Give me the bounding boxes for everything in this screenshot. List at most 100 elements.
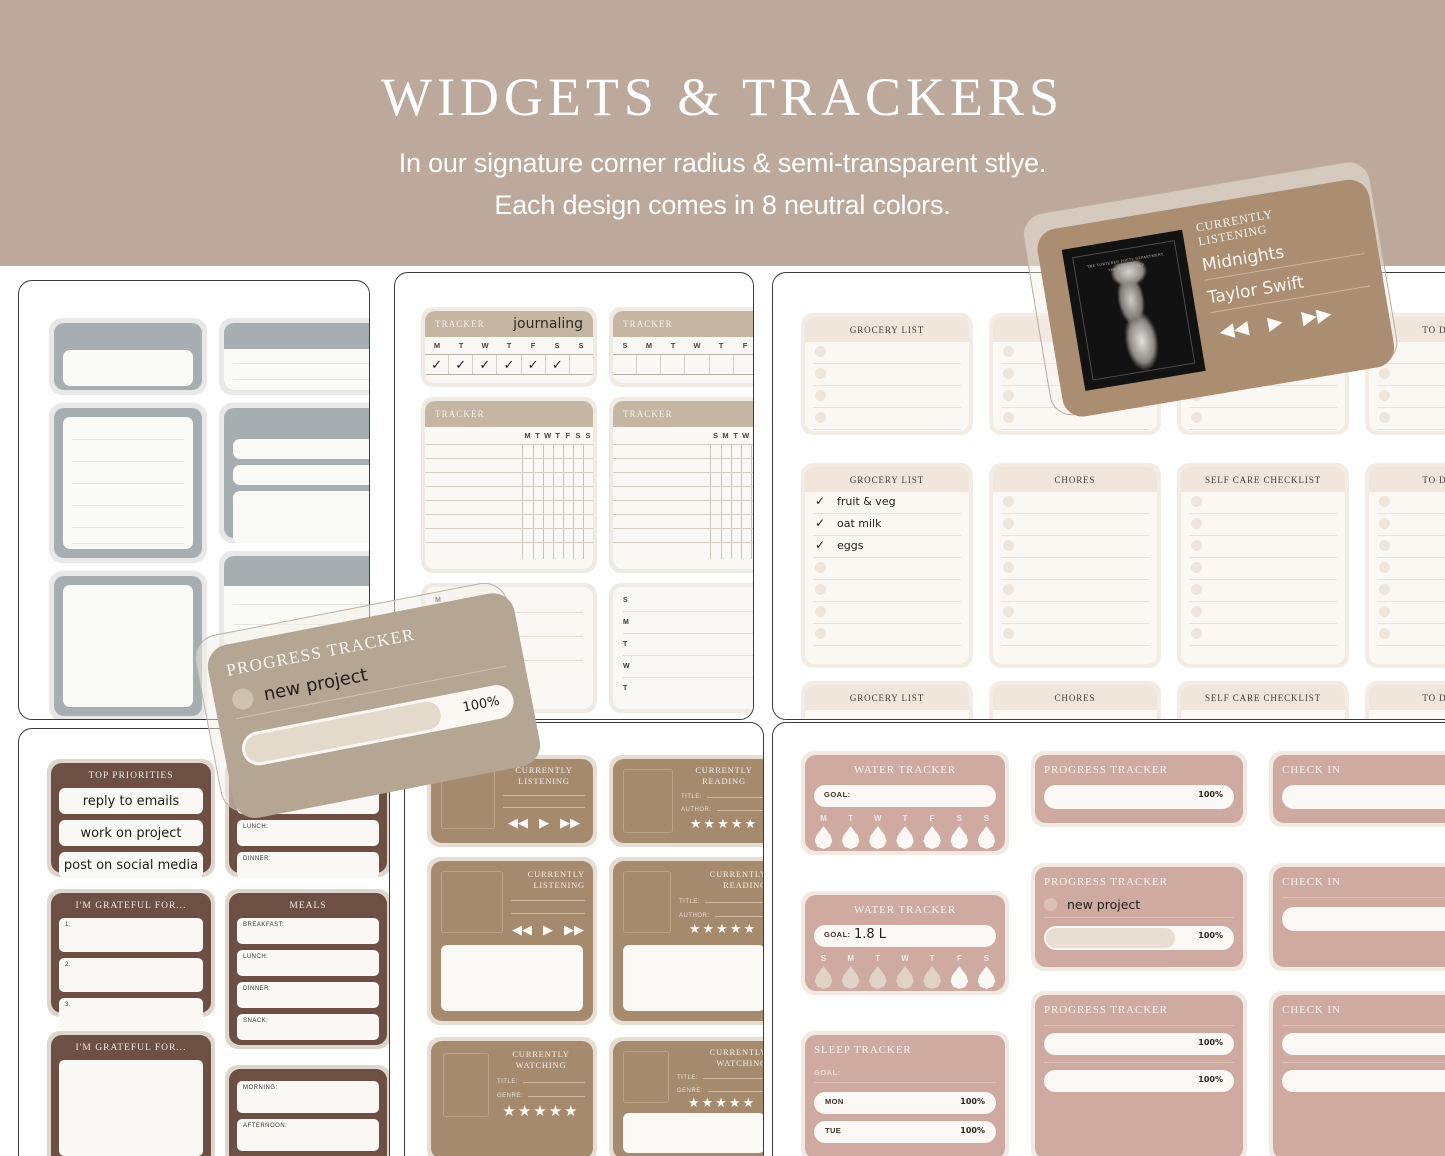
checkbox-icon[interactable] — [1003, 606, 1014, 617]
list-item[interactable] — [1001, 536, 1149, 558]
checkbox-icon[interactable] — [815, 390, 826, 401]
list-item[interactable] — [813, 558, 961, 580]
check-cell[interactable] — [570, 355, 593, 374]
water-drop-icon[interactable] — [896, 826, 914, 849]
checkbox-icon[interactable] — [815, 346, 826, 357]
checkbox-icon[interactable] — [1003, 584, 1014, 595]
water-drop-icon[interactable] — [896, 966, 914, 989]
checkbox-icon[interactable] — [1379, 606, 1390, 617]
list-item[interactable] — [1001, 602, 1149, 624]
checkbox-icon[interactable] — [1191, 628, 1202, 639]
progress-tracker-widget[interactable]: PROGRESS TRACKER 100% — [1035, 755, 1243, 823]
checkbox-icon[interactable] — [815, 368, 826, 379]
next-icon[interactable]: ▶▶ — [1300, 302, 1333, 330]
star-rating[interactable]: ★★★★★ — [679, 921, 763, 937]
meal-field[interactable]: LUNCH: — [237, 950, 379, 976]
check-icon[interactable]: ✓ — [815, 538, 825, 552]
check-cell[interactable]: ✓ — [522, 355, 546, 374]
currently-reading-widget-large[interactable]: CURRENTLY READING TITLE: AUTHOR: ★★★★★ — [613, 861, 763, 1021]
check-cell[interactable] — [734, 355, 753, 374]
sleep-row[interactable]: MON 100% — [814, 1092, 996, 1114]
check-cell[interactable]: ✓ — [497, 355, 522, 374]
checkbox-icon[interactable] — [1191, 518, 1202, 529]
check-cell[interactable]: ✓ — [449, 355, 474, 374]
checkbox-icon[interactable] — [1191, 606, 1202, 617]
checkbox-icon[interactable] — [1003, 412, 1014, 423]
prev-icon[interactable]: ◀◀ — [512, 922, 532, 938]
water-drop-icon[interactable] — [869, 966, 887, 989]
play-icon[interactable]: ▶ — [543, 922, 553, 938]
meal-field[interactable]: BREAKFAST: — [237, 918, 379, 944]
list-item[interactable] — [1377, 492, 1445, 514]
checkbox-icon[interactable] — [1191, 584, 1202, 595]
currently-reading-widget[interactable]: CURRENTLY READING TITLE: AUTHOR: ★★★★★ — [613, 759, 763, 843]
list-item[interactable] — [1377, 624, 1445, 646]
grateful-widget[interactable]: I'M GRATEFUL FOR... 1. 2. 3. — [51, 893, 211, 1032]
water-drop-icon[interactable] — [977, 826, 996, 849]
tracker-check-row[interactable]: ✓ ✓ ✓ ✓ ✓ ✓ — [425, 354, 593, 375]
checkbox-icon[interactable] — [1379, 496, 1390, 507]
check-in-field[interactable] — [1282, 1070, 1445, 1092]
progress-tracker-widget-multi[interactable]: PROGRESS TRACKER 100% 100% — [1035, 995, 1243, 1156]
water-drop-icon[interactable] — [841, 966, 860, 989]
list-item[interactable] — [813, 408, 961, 430]
checkbox-icon[interactable] — [1379, 584, 1390, 595]
checkbox-icon[interactable] — [1379, 628, 1390, 639]
schedule-field[interactable]: MORNING: — [237, 1081, 379, 1113]
water-drop-icon[interactable] — [869, 826, 887, 849]
prev-icon[interactable]: ◀◀ — [508, 815, 528, 831]
list-item[interactable] — [1189, 514, 1337, 536]
checkbox-icon[interactable] — [1003, 540, 1014, 551]
water-drop-icon[interactable] — [923, 826, 941, 849]
list-item[interactable] — [1377, 536, 1445, 558]
water-drop-icon[interactable] — [950, 966, 969, 989]
list-item[interactable] — [1189, 558, 1337, 580]
gray-widget-header-lines[interactable] — [224, 323, 369, 390]
meals-widget-4[interactable]: MEALS BREAKFAST: LUNCH: DINNER: SNACK: — [229, 893, 387, 1045]
currently-listening-widget-large[interactable]: CURRENTLY LISTENING ◀◀ ▶ ▶▶ — [431, 861, 593, 1021]
check-cell[interactable]: ✓ — [546, 355, 570, 374]
star-rating[interactable]: ★★★★★ — [677, 1095, 763, 1111]
prev-icon[interactable]: ◀◀ — [1218, 316, 1251, 344]
list-item[interactable] — [1001, 558, 1149, 580]
play-icon[interactable]: ▶ — [1266, 310, 1284, 335]
check-cell[interactable] — [685, 355, 710, 374]
meal-field[interactable]: DINNER: — [237, 852, 379, 878]
grateful-field[interactable]: 1. — [59, 918, 203, 952]
meal-field[interactable]: DINNER: — [237, 982, 379, 1008]
list-item[interactable] — [813, 580, 961, 602]
check-in-field[interactable] — [1282, 785, 1445, 809]
check-in-field[interactable] — [1282, 907, 1445, 931]
water-tracker-widget[interactable]: WATER TRACKER GOAL: M T W T F S S — [805, 755, 1005, 851]
checkbox-icon[interactable] — [815, 412, 826, 423]
water-drops-row[interactable] — [814, 966, 996, 989]
checkbox-icon[interactable] — [1379, 562, 1390, 573]
checkbox-icon[interactable] — [1191, 540, 1202, 551]
water-drop-icon[interactable] — [814, 826, 833, 849]
checkbox-icon[interactable] — [1003, 562, 1014, 573]
grateful-field[interactable]: 2. — [59, 958, 203, 992]
checkbox-icon[interactable] — [1379, 540, 1390, 551]
list-item[interactable] — [1001, 514, 1149, 536]
list-item[interactable] — [1189, 602, 1337, 624]
water-tracker-widget-filled[interactable]: WATER TRACKER GOAL: 1.8 L S M T W T F S — [805, 895, 1005, 991]
check-in-field[interactable] — [1282, 1033, 1445, 1055]
progress-bar[interactable]: 100% — [1044, 926, 1234, 950]
gray-widget-note-lines[interactable] — [54, 408, 202, 558]
top-priorities-widget[interactable]: TOP PRIORITIES reply to emails work on p… — [51, 763, 211, 878]
list-item[interactable] — [1001, 624, 1149, 646]
check-cell[interactable] — [613, 355, 638, 374]
checkbox-icon[interactable] — [1379, 412, 1390, 423]
grateful-field[interactable]: 3. — [59, 998, 203, 1032]
priority-item[interactable]: work on project — [59, 820, 203, 846]
water-goal-field[interactable]: GOAL: — [814, 785, 996, 807]
list-item[interactable] — [813, 386, 961, 408]
water-drops-row[interactable] — [814, 826, 996, 849]
check-icon[interactable]: ✓ — [815, 494, 825, 508]
water-drop-icon[interactable] — [814, 966, 833, 989]
grateful-open-field[interactable] — [59, 1060, 203, 1156]
list-item[interactable] — [1377, 558, 1445, 580]
checkbox-icon[interactable] — [815, 584, 826, 595]
checkbox-icon[interactable] — [1003, 368, 1014, 379]
gray-widget-title-field[interactable] — [54, 323, 202, 390]
